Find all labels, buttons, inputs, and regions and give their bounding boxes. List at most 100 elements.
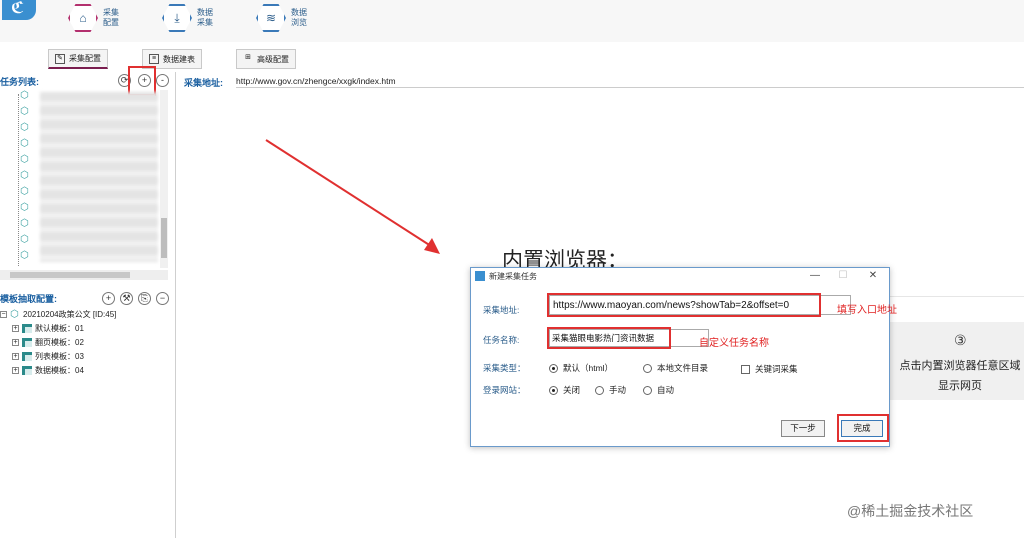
template-root-label: 20210204政策公文 [ID:45] [23,310,117,319]
dialog-title: 新建采集任务 [489,271,537,281]
name-annotation: 自定义任务名称 [699,338,769,349]
template-item[interactable]: + 数据模板：04 [12,365,84,376]
expand-icon[interactable]: + [12,367,19,374]
type-default-radio[interactable]: 默认（html） [549,362,613,374]
ribbon-data-collect-button[interactable]: ⤓ 数据 采集 [162,4,216,32]
task-node-icon[interactable]: ⬡ [20,250,32,262]
template-item[interactable]: + 翻页模板：02 [12,337,84,348]
radio-label: 本地文件目录 [657,363,709,373]
vertical-scrollbar[interactable] [160,90,168,268]
document-icon: ≡ [149,54,159,64]
name-highlight [547,327,671,349]
name-label: 任务名称: [483,335,520,345]
minimize-icon[interactable]: — [805,269,825,283]
address-input[interactable] [236,74,1024,88]
login-auto-radio[interactable]: 自动 [643,384,674,396]
keyword-checkbox[interactable]: 关键词采集 [741,363,798,375]
address-label: 采集地址: [184,78,223,88]
template-root[interactable]: − ⬡ 20210204政策公文 [ID:45] [0,309,116,320]
login-label: 登录网站： [483,385,526,395]
ribbon-label: 数据 [197,8,213,17]
template-item-label: 翻页模板：02 [35,338,84,347]
blurred-task-names [40,92,158,262]
radio-dot[interactable] [549,363,558,373]
expand-icon[interactable]: + [12,339,19,346]
template-item-label: 默认模板：01 [35,324,84,333]
finish-highlight [837,414,889,442]
remove-task-button[interactable]: - [156,74,169,87]
watermark: @稀土掘金技术社区 [847,503,974,519]
expand-icon[interactable]: + [12,353,19,360]
new-task-dialog: 新建采集任务 — ☐ ✕ 采集地址: 填写入口地址 任务名称: 自定义任务名称 … [470,267,897,447]
tab-label: 高级配置 [257,54,289,64]
next-button[interactable]: 下一步 [781,420,825,437]
task-list-title: 任务列表: [0,77,39,87]
template-item[interactable]: + 列表模板：03 [12,351,84,362]
ribbon-collect-config-button[interactable]: ⌂ 采集 配置 [68,4,122,32]
task-node-icon[interactable]: ⬡ [20,138,32,150]
home-icon: ⌂ [68,4,98,32]
step-number: ③ [954,332,967,348]
wrench-icon[interactable]: ⚒ [120,292,133,305]
ribbon-label: 配置 [103,18,119,27]
task-node-icon[interactable]: ⬡ [20,154,32,166]
app-icon [475,271,485,281]
copy-icon[interactable]: ⎘ [138,292,151,305]
collect-config-tab[interactable]: ✎ 采集配置 [48,49,108,69]
task-node-icon[interactable]: ⬡ [20,106,32,118]
cube-icon: ⬡ [10,308,19,320]
top-ribbon: ℭ ⌂ 采集 配置 ⤓ 数据 采集 ≋ 数据 浏览 [0,0,1024,42]
radio-label: 关闭 [563,385,581,395]
radio-dot[interactable] [643,363,652,373]
task-node-icon[interactable]: ⬡ [20,202,32,214]
table-icon [22,324,32,333]
template-item-label: 列表模板：03 [35,352,84,361]
login-off-radio[interactable]: 关闭 [549,384,580,396]
radio-dot[interactable] [595,385,604,395]
task-node-icon[interactable]: ⬡ [20,218,32,230]
annotation-arrow [265,139,440,254]
advanced-config-tab[interactable]: ⊞ 高级配置 [236,49,296,69]
task-node-icon[interactable]: ⬡ [20,170,32,182]
download-icon: ⤓ [162,4,192,32]
ribbon-label: 数据 [291,8,307,17]
ribbon-data-browse-button[interactable]: ≋ 数据 浏览 [256,4,310,32]
layers-icon: ≋ [256,4,286,32]
horizontal-scrollbar[interactable] [0,270,168,280]
task-node-icon[interactable]: ⬡ [20,186,32,198]
type-local-radio[interactable]: 本地文件目录 [643,362,708,374]
radio-label: 默认（html） [563,363,614,373]
step-hint-line: 点击内置浏览器任意区域 [899,360,1021,372]
remove-template-button[interactable]: − [156,292,169,305]
expand-icon[interactable]: + [12,325,19,332]
collapse-icon[interactable]: − [0,311,7,318]
dialog-titlebar: 新建采集任务 [471,268,889,284]
task-node-icon[interactable]: ⬡ [20,234,32,246]
maximize-icon[interactable]: ☐ [833,269,853,283]
checkbox[interactable] [741,364,750,374]
tab-label: 采集配置 [69,54,101,63]
close-icon[interactable]: ✕ [863,269,883,283]
radio-label: 手动 [609,385,627,395]
ribbon-label: 采集 [103,8,119,17]
grid-icon: ⊞ [245,54,251,61]
step-hint-line: 显示网页 [938,380,982,392]
task-node-icon[interactable]: ⬡ [20,122,32,134]
tree-line [18,94,19,266]
table-icon [22,338,32,347]
login-manual-radio[interactable]: 手动 [595,384,626,396]
radio-dot[interactable] [549,385,558,395]
ribbon-label: 浏览 [291,18,307,27]
checkbox-label: 关键词采集 [755,364,798,374]
radio-label: 自动 [657,385,675,395]
template-item[interactable]: + 默认模板：01 [12,323,84,334]
template-panel-title: 模板抽取配置: [0,294,57,304]
type-label: 采集类型： [483,363,526,373]
task-node-icon[interactable]: ⬡ [20,90,32,102]
url-annotation: 填写入口地址 [837,305,897,316]
step-hint: 点击内置浏览器任意区域 显示网页 [896,356,1024,396]
template-item-label: 数据模板：04 [35,366,84,375]
table-icon [22,352,32,361]
radio-dot[interactable] [643,385,652,395]
add-template-button[interactable]: + [102,292,115,305]
